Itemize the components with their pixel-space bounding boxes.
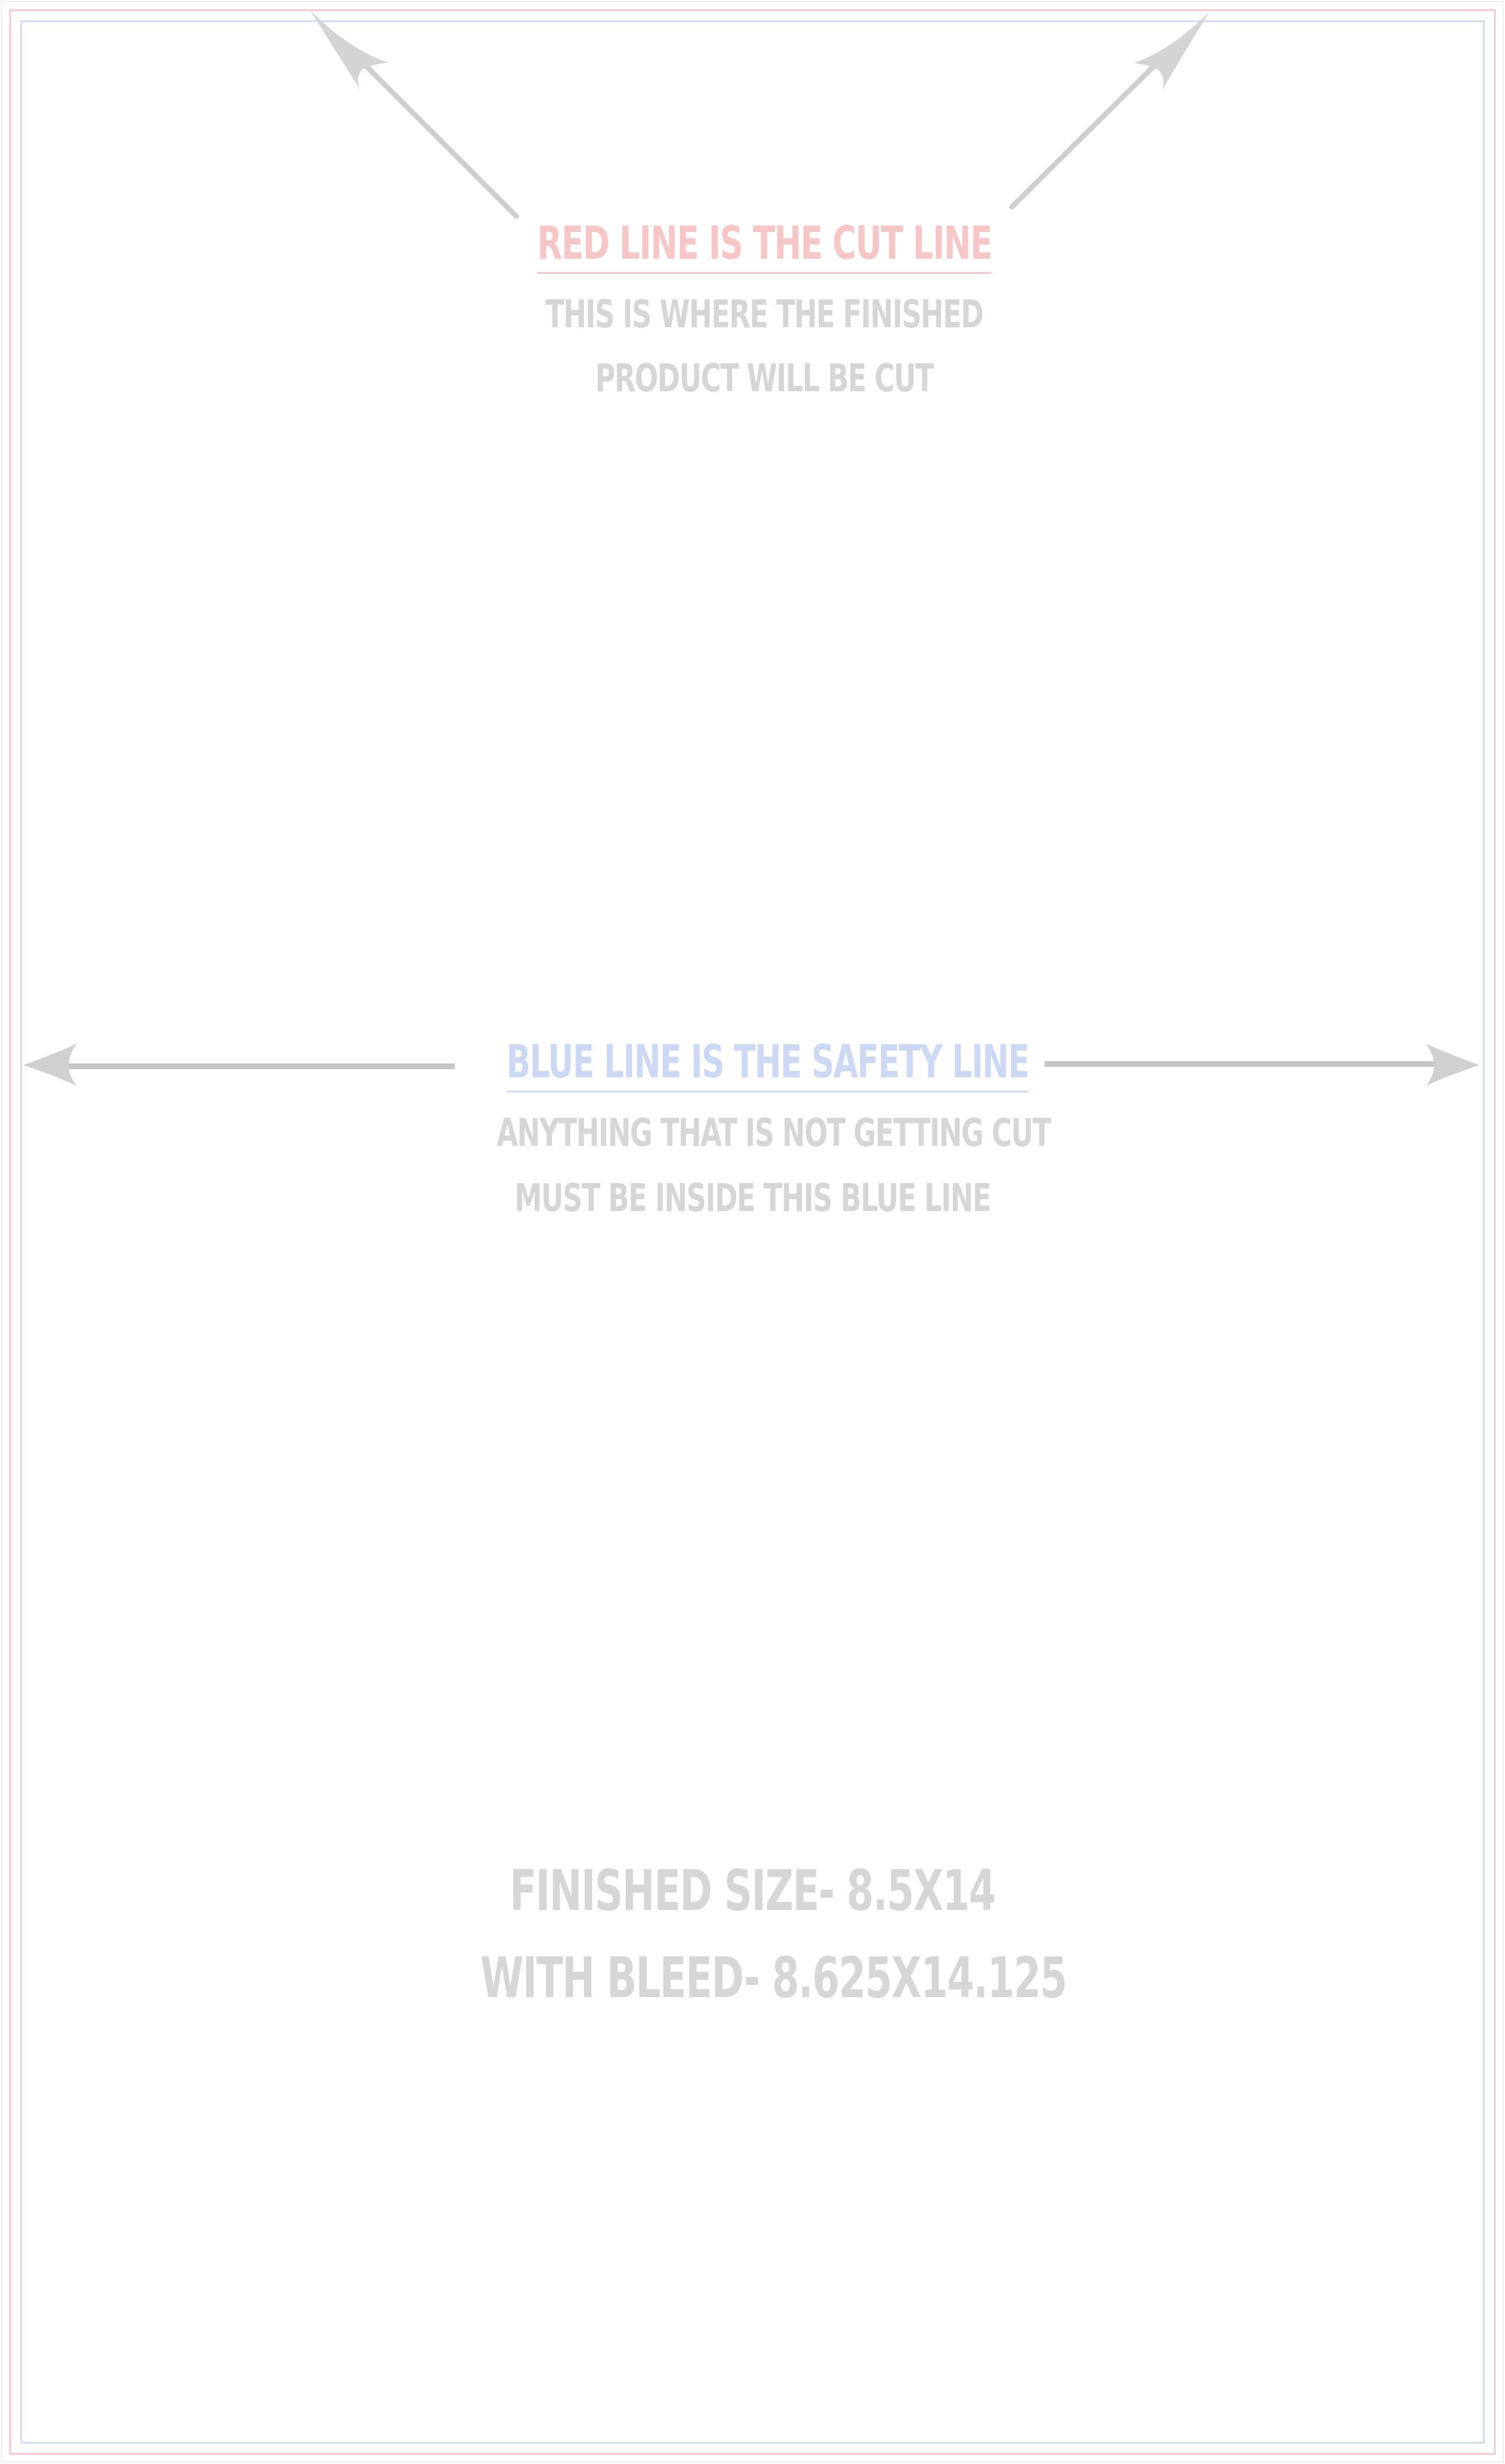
arrow-up-left-icon — [310, 10, 519, 219]
cut-line-desc-line2: PRODUCT WILL BE CUT — [595, 356, 934, 401]
arrow-up-right-icon — [1009, 12, 1210, 210]
finished-size-text: FINISHED SIZE- 8.5X14 — [509, 1858, 997, 1923]
safety-line-desc-line2: MUST BE INSIDE THIS BLUE LINE — [514, 1176, 992, 1220]
safety-line-description-2: MUST BE INSIDE THIS BLUE LINE — [433, 1179, 1072, 1217]
bleed-size-block: WITH BLEED- 8.625X14.125 — [404, 1950, 1101, 2006]
safety-line-description: ANYTHING THAT IS NOT GETTING CUT — [433, 1114, 1072, 1152]
arrow-right-icon — [1044, 1044, 1479, 1086]
cut-line-heading: RED LINE IS THE CUT LINE — [537, 221, 992, 274]
cut-section: RED LINE IS THE CUT LINE — [462, 221, 1067, 274]
cut-line-description: THIS IS WHERE THE FINISHED — [462, 295, 1067, 334]
bleed-size-text: WITH BLEED- 8.625X14.125 — [480, 1945, 1067, 2011]
safety-section: BLUE LINE IS THE SAFETY LINE — [433, 1040, 1072, 1092]
safety-line-heading: BLUE LINE IS THE SAFETY LINE — [506, 1040, 1030, 1092]
cut-line-description-2: PRODUCT WILL BE CUT — [462, 359, 1067, 398]
finished-size-block: FINISHED SIZE- 8.5X14 — [404, 1863, 1101, 1919]
safety-line-desc-line1: ANYTHING THAT IS NOT GETTING CUT — [497, 1110, 1051, 1155]
arrow-left-icon — [23, 1044, 455, 1086]
cut-line-desc-line1: THIS IS WHERE THE FINISHED — [545, 292, 984, 337]
